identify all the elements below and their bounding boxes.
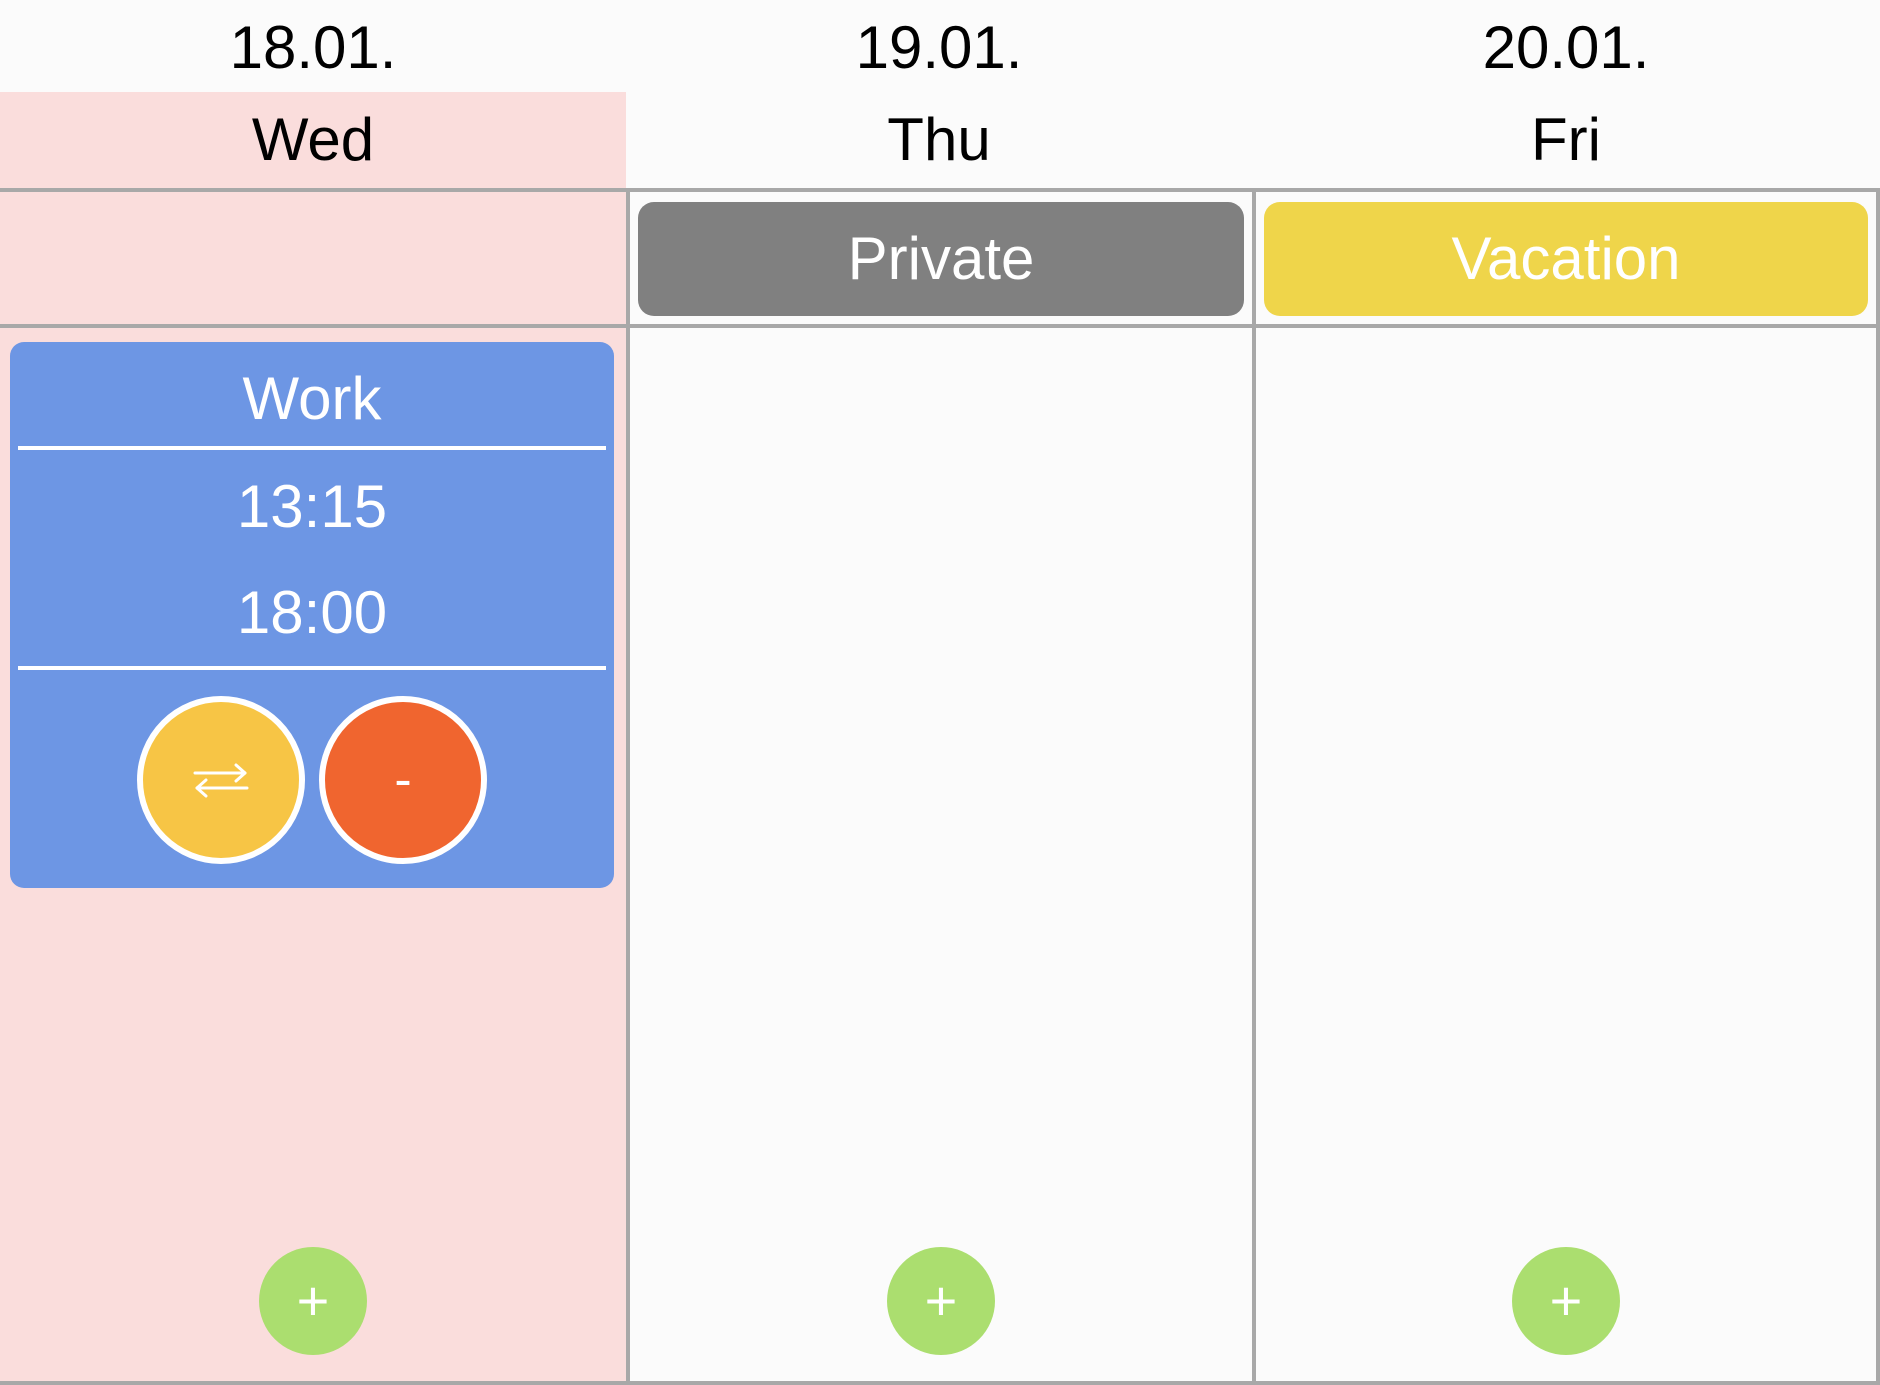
day-body[interactable]: +: [1252, 328, 1880, 1385]
event-title: Work: [242, 365, 382, 432]
divider: [18, 666, 606, 670]
remove-event-button[interactable]: -: [319, 696, 487, 864]
day-date: 18.01.: [229, 14, 397, 81]
day-column-wed: 18.01. Wed Work 13:15 18:00 - +: [0, 0, 626, 1385]
week-calendar: 18.01. Wed Work 13:15 18:00 - + 19.01. T…: [0, 0, 1880, 1385]
day-body[interactable]: Work 13:15 18:00 - +: [0, 328, 626, 1385]
event-end-time[interactable]: 18:00: [10, 560, 614, 666]
plus-icon: +: [296, 1269, 330, 1332]
remove-label: -: [394, 751, 412, 809]
plus-icon: +: [1549, 1269, 1583, 1332]
event-actions: -: [10, 696, 614, 866]
event-card-work[interactable]: Work 13:15 18:00 -: [10, 342, 614, 888]
add-event-button[interactable]: +: [1512, 1247, 1620, 1355]
allday-event-vacation[interactable]: Vacation: [1264, 202, 1868, 316]
day-body[interactable]: +: [626, 328, 1252, 1385]
swap-arrows-icon: [193, 763, 249, 798]
swap-button[interactable]: [137, 696, 305, 864]
divider: [18, 446, 606, 450]
day-weekday: Wed: [0, 92, 626, 188]
allday-lane[interactable]: Vacation: [1252, 188, 1880, 328]
allday-lane[interactable]: Private: [626, 188, 1252, 328]
add-event-button[interactable]: +: [887, 1247, 995, 1355]
day-weekday: Thu: [887, 106, 991, 173]
day-column-fri: 20.01. Fri Vacation +: [1252, 0, 1880, 1385]
day-date: 19.01.: [855, 14, 1023, 81]
add-event-button[interactable]: +: [259, 1247, 367, 1355]
day-weekday: Fri: [1531, 106, 1601, 173]
plus-icon: +: [924, 1269, 958, 1332]
allday-event-private[interactable]: Private: [638, 202, 1244, 316]
day-date: 20.01.: [1482, 14, 1650, 81]
event-start-time[interactable]: 13:15: [10, 454, 614, 560]
allday-lane[interactable]: [0, 188, 626, 328]
day-column-thu: 19.01. Thu Private +: [626, 0, 1252, 1385]
